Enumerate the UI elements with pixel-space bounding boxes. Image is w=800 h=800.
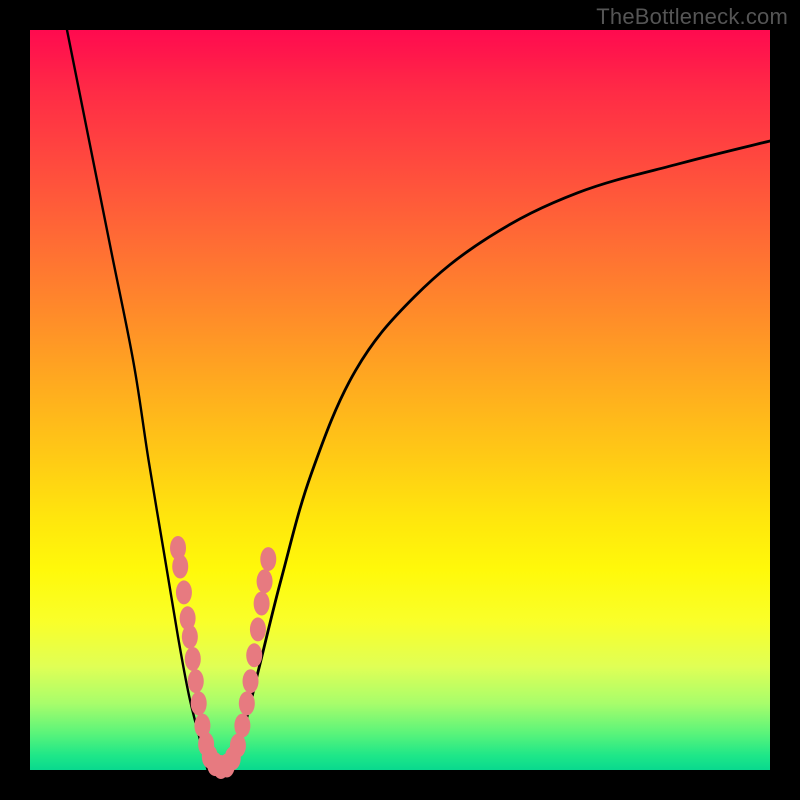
- marker-dot: [172, 555, 188, 579]
- marker-dot: [191, 691, 207, 715]
- marker-dot: [176, 580, 192, 604]
- marker-dot: [254, 592, 270, 616]
- markers-group: [170, 536, 276, 779]
- marker-dot: [188, 669, 204, 693]
- outer-frame: TheBottleneck.com: [0, 0, 800, 800]
- watermark-text: TheBottleneck.com: [596, 4, 788, 30]
- marker-dot: [250, 617, 266, 641]
- curve-group: [67, 30, 770, 770]
- marker-dot: [182, 625, 198, 649]
- marker-dot: [239, 691, 255, 715]
- marker-dot: [257, 569, 273, 593]
- right-branch-curve: [230, 141, 770, 770]
- plot-area: [30, 30, 770, 770]
- marker-dot: [260, 547, 276, 571]
- marker-dot: [243, 669, 259, 693]
- marker-dot: [246, 643, 262, 667]
- marker-dot: [185, 647, 201, 671]
- chart-svg: [30, 30, 770, 770]
- marker-dot: [234, 714, 250, 738]
